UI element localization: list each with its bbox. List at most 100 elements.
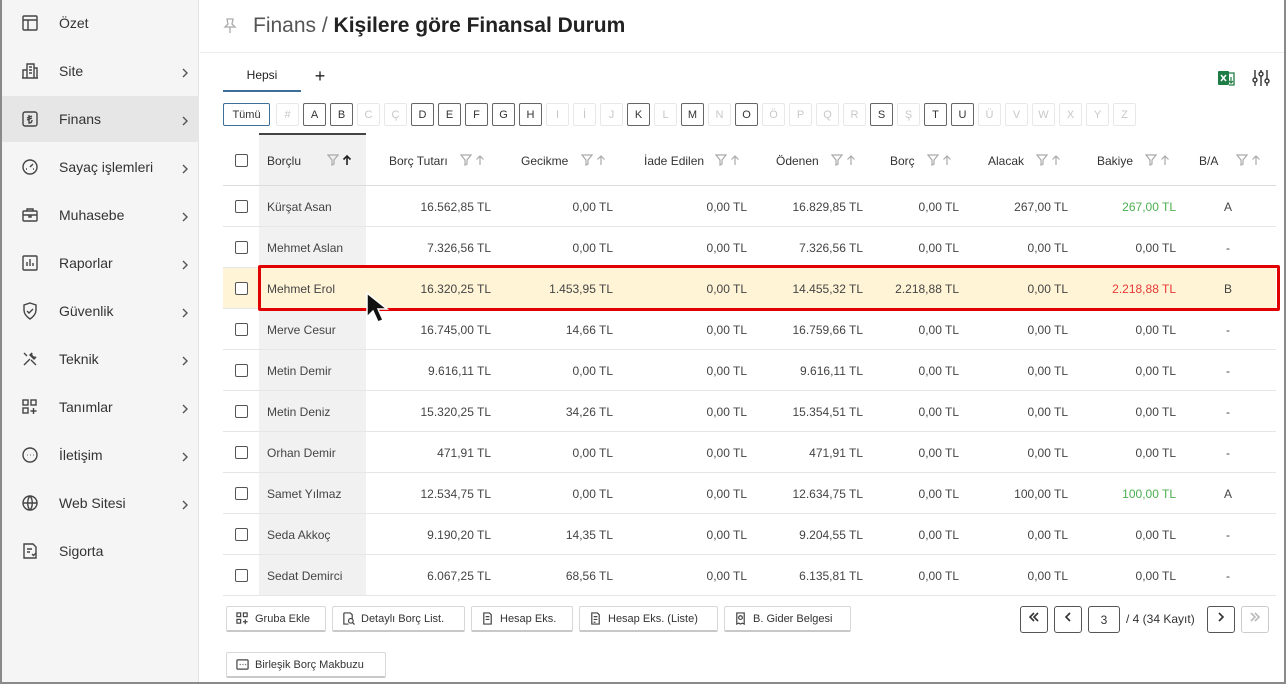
letter-filter-V[interactable]: V	[1005, 103, 1028, 126]
table-row[interactable]: Orhan Demir 471,91 TL 0,00 TL 0,00 TL 471,91…	[223, 432, 1276, 473]
letter-filter-O[interactable]: O	[735, 103, 758, 126]
letter-filter-K[interactable]: K	[627, 103, 650, 126]
sort-arrow-up-icon[interactable]	[1159, 154, 1173, 168]
sort-arrow-up-icon[interactable]	[729, 154, 743, 168]
letter-filter-E[interactable]: E	[438, 103, 461, 126]
account-statement-list-button[interactable]: Hesap Eks. (Liste)	[579, 606, 718, 632]
sort-arrow-up-icon[interactable]	[1250, 154, 1264, 168]
column-header-ba[interactable]: B/A	[1199, 136, 1218, 186]
column-header-odenen[interactable]: Ödenen	[776, 136, 819, 186]
letter-filter-H[interactable]: H	[519, 103, 542, 126]
row-checkbox[interactable]	[235, 569, 248, 582]
filter-icon[interactable]	[1035, 154, 1050, 168]
letter-filter-all[interactable]: Tümü	[223, 103, 270, 126]
letter-filter-R[interactable]: R	[843, 103, 866, 126]
row-checkbox[interactable]	[235, 487, 248, 500]
sort-arrow-up-icon[interactable]	[1050, 154, 1064, 168]
letter-filter-D[interactable]: D	[411, 103, 434, 126]
row-checkbox[interactable]	[235, 200, 248, 213]
table-row[interactable]: Sedat Demirci 6.067,25 TL 68,56 TL 0,00 TL 6…	[223, 555, 1276, 596]
sort-arrow-up-icon[interactable]	[845, 154, 859, 168]
sidebar-item-raporlar[interactable]: Raporlar	[0, 240, 199, 286]
column-header-alacak[interactable]: Alacak	[988, 136, 1024, 186]
table-row[interactable]: Metin Deniz 15.320,25 TL 34,26 TL 0,00 TL 15…	[223, 391, 1276, 432]
row-checkbox[interactable]	[235, 282, 248, 295]
letter-filter-W[interactable]: W	[1032, 103, 1055, 126]
sidebar-item-teknik[interactable]: Teknik	[0, 336, 199, 382]
sidebar-item-i̇letişim[interactable]: İletişim	[0, 432, 199, 478]
filter-icon[interactable]	[326, 154, 341, 168]
table-row[interactable]: Kürşat Asan 16.562,85 TL 0,00 TL 0,00 TL 16.…	[223, 186, 1276, 227]
account-statement-button[interactable]: Hesap Eks.	[471, 606, 573, 632]
letter-filter-T[interactable]: T	[924, 103, 947, 126]
sidebar-item-sigorta[interactable]: Sigorta	[0, 528, 199, 574]
sidebar-item-tanımlar[interactable]: Tanımlar	[0, 384, 199, 430]
letter-filter-F[interactable]: F	[465, 103, 488, 126]
letter-filter-P[interactable]: P	[789, 103, 812, 126]
letter-filter-S[interactable]: S	[870, 103, 893, 126]
filter-icon[interactable]	[926, 154, 941, 168]
detailed-debt-list-button[interactable]: Detaylı Borç List.	[332, 606, 465, 632]
letter-filter-J[interactable]: J	[600, 103, 623, 126]
filter-icon[interactable]	[830, 154, 845, 168]
column-header-gecikme[interactable]: Gecikme	[521, 136, 568, 186]
sidebar-item-finans[interactable]: Finans	[0, 96, 199, 142]
sort-arrow-up-icon[interactable]	[595, 154, 609, 168]
letter-filter-A[interactable]: A	[303, 103, 326, 126]
row-checkbox[interactable]	[235, 446, 248, 459]
column-settings-icon[interactable]	[1251, 68, 1271, 88]
column-header-borc[interactable]: Borç	[890, 136, 915, 186]
letter-filter-Ü[interactable]: Ü	[978, 103, 1001, 126]
first-page-button[interactable]	[1020, 606, 1048, 633]
sidebar-item-site[interactable]: Site	[0, 48, 199, 94]
row-checkbox[interactable]	[235, 241, 248, 254]
breadcrumb[interactable]: Finans	[253, 14, 316, 37]
letter-filter-X[interactable]: X	[1059, 103, 1082, 126]
column-header-iade[interactable]: İade Edilen	[644, 136, 704, 186]
table-row[interactable]: Mehmet Aslan 7.326,56 TL 0,00 TL 0,00 TL 7.3…	[223, 227, 1276, 268]
next-page-button[interactable]	[1207, 606, 1235, 633]
row-checkbox[interactable]	[235, 405, 248, 418]
last-page-button[interactable]	[1241, 606, 1269, 633]
letter-filter-İ[interactable]: İ	[573, 103, 596, 126]
sidebar-item-güvenlik[interactable]: Güvenlik	[0, 288, 199, 334]
group-add-button[interactable]: Gruba Ekle	[226, 606, 326, 632]
filter-icon[interactable]	[459, 154, 474, 168]
column-header-name[interactable]: Borçlu	[267, 136, 301, 186]
sidebar-item-özet[interactable]: Özet	[0, 0, 199, 46]
letter-filter-I[interactable]: I	[546, 103, 569, 126]
column-header-borc_tutari[interactable]: Borç Tutarı	[389, 136, 448, 186]
letter-filter-#[interactable]: #	[276, 103, 299, 126]
expense-document-button[interactable]: B. Gider Belgesi	[724, 606, 851, 632]
filter-icon[interactable]	[1235, 154, 1250, 168]
sort-arrow-up-icon[interactable]	[341, 154, 355, 168]
sort-arrow-up-icon[interactable]	[474, 154, 488, 168]
letter-filter-L[interactable]: L	[654, 103, 677, 126]
row-checkbox[interactable]	[235, 528, 248, 541]
column-header-bakiye[interactable]: Bakiye	[1097, 136, 1133, 186]
excel-export-icon[interactable]	[1216, 68, 1238, 88]
table-row[interactable]: Samet Yılmaz 12.534,75 TL 0,00 TL 0,00 TL 12…	[223, 473, 1276, 514]
letter-filter-Ö[interactable]: Ö	[762, 103, 785, 126]
add-tab-button[interactable]: +	[311, 66, 329, 86]
letter-filter-Q[interactable]: Q	[816, 103, 839, 126]
letter-filter-C[interactable]: C	[357, 103, 380, 126]
filter-icon[interactable]	[580, 154, 595, 168]
tab-hepsi[interactable]: Hepsi	[223, 60, 301, 92]
combined-receipt-button[interactable]: Birleşik Borç Makbuzu	[226, 652, 386, 678]
select-all-checkbox[interactable]	[235, 154, 248, 167]
previous-page-button[interactable]	[1054, 606, 1082, 633]
filter-icon[interactable]	[1144, 154, 1159, 168]
letter-filter-Z[interactable]: Z	[1113, 103, 1136, 126]
row-checkbox[interactable]	[235, 364, 248, 377]
pin-icon[interactable]	[221, 17, 239, 35]
letter-filter-M[interactable]: M	[681, 103, 704, 126]
letter-filter-Ç[interactable]: Ç	[384, 103, 407, 126]
letter-filter-N[interactable]: N	[708, 103, 731, 126]
letter-filter-U[interactable]: U	[951, 103, 974, 126]
sidebar-item-web-sitesi[interactable]: Web Sitesi	[0, 480, 199, 526]
sidebar-item-sayaç-işlemleri[interactable]: Sayaç işlemleri	[0, 144, 199, 190]
letter-filter-Y[interactable]: Y	[1086, 103, 1109, 126]
letter-filter-B[interactable]: B	[330, 103, 353, 126]
sort-arrow-up-icon[interactable]	[941, 154, 955, 168]
